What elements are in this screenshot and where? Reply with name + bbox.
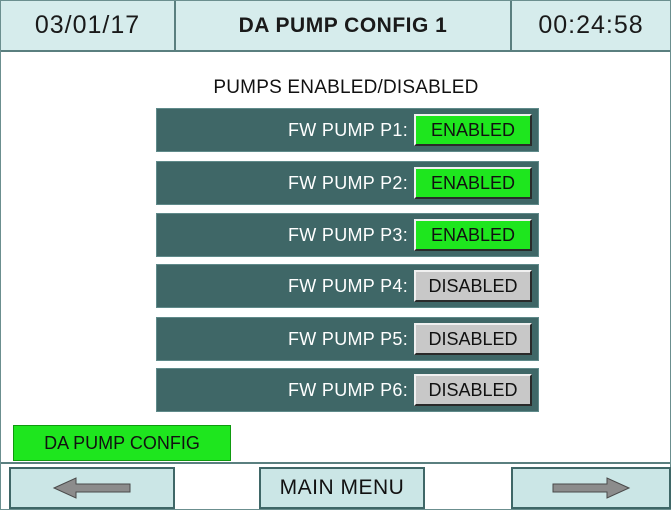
pump-p2-toggle-button[interactable]: ENABLED (414, 167, 532, 199)
config-tab[interactable]: DA PUMP CONFIG (13, 425, 231, 461)
pump-p4-toggle-button[interactable]: DISABLED (414, 270, 532, 302)
pump-label: FW PUMP P2: (288, 172, 408, 193)
pump-row-p5: FW PUMP P5: DISABLED (156, 317, 539, 361)
hmi-screen: 03/01/17 DA PUMP CONFIG 1 00:24:58 PUMPS… (0, 0, 671, 510)
pump-p3-toggle-button[interactable]: ENABLED (414, 219, 532, 251)
header-date: 03/01/17 (1, 1, 176, 50)
pump-label: FW PUMP P3: (288, 224, 408, 245)
pump-p6-toggle-button[interactable]: DISABLED (414, 374, 532, 406)
header-bar: 03/01/17 DA PUMP CONFIG 1 00:24:58 (1, 1, 670, 52)
pump-row-p4: FW PUMP P4: DISABLED (156, 264, 539, 308)
pump-row-p3: FW PUMP P3: ENABLED (156, 213, 539, 257)
back-button[interactable] (9, 467, 175, 509)
pump-row-p2: FW PUMP P2: ENABLED (156, 161, 539, 205)
pump-label: FW PUMP P4: (288, 275, 408, 296)
pump-label: FW PUMP P6: (288, 379, 408, 400)
section-title: PUMPS ENABLED/DISABLED (213, 77, 479, 98)
pump-row-p1: FW PUMP P1: ENABLED (156, 108, 539, 152)
footer-nav: MAIN MENU (1, 462, 671, 509)
pump-p5-toggle-button[interactable]: DISABLED (414, 323, 532, 355)
main-menu-button[interactable]: MAIN MENU (259, 467, 425, 509)
right-arrow-icon (552, 477, 631, 499)
pump-p1-toggle-button[interactable]: ENABLED (414, 114, 532, 146)
pump-label: FW PUMP P5: (288, 328, 408, 349)
pump-label: FW PUMP P1: (288, 119, 408, 140)
page-title: DA PUMP CONFIG 1 (176, 1, 512, 50)
left-arrow-icon (52, 477, 131, 499)
pump-row-p6: FW PUMP P6: DISABLED (156, 368, 539, 412)
forward-button[interactable] (511, 467, 671, 509)
header-time: 00:24:58 (512, 1, 670, 50)
